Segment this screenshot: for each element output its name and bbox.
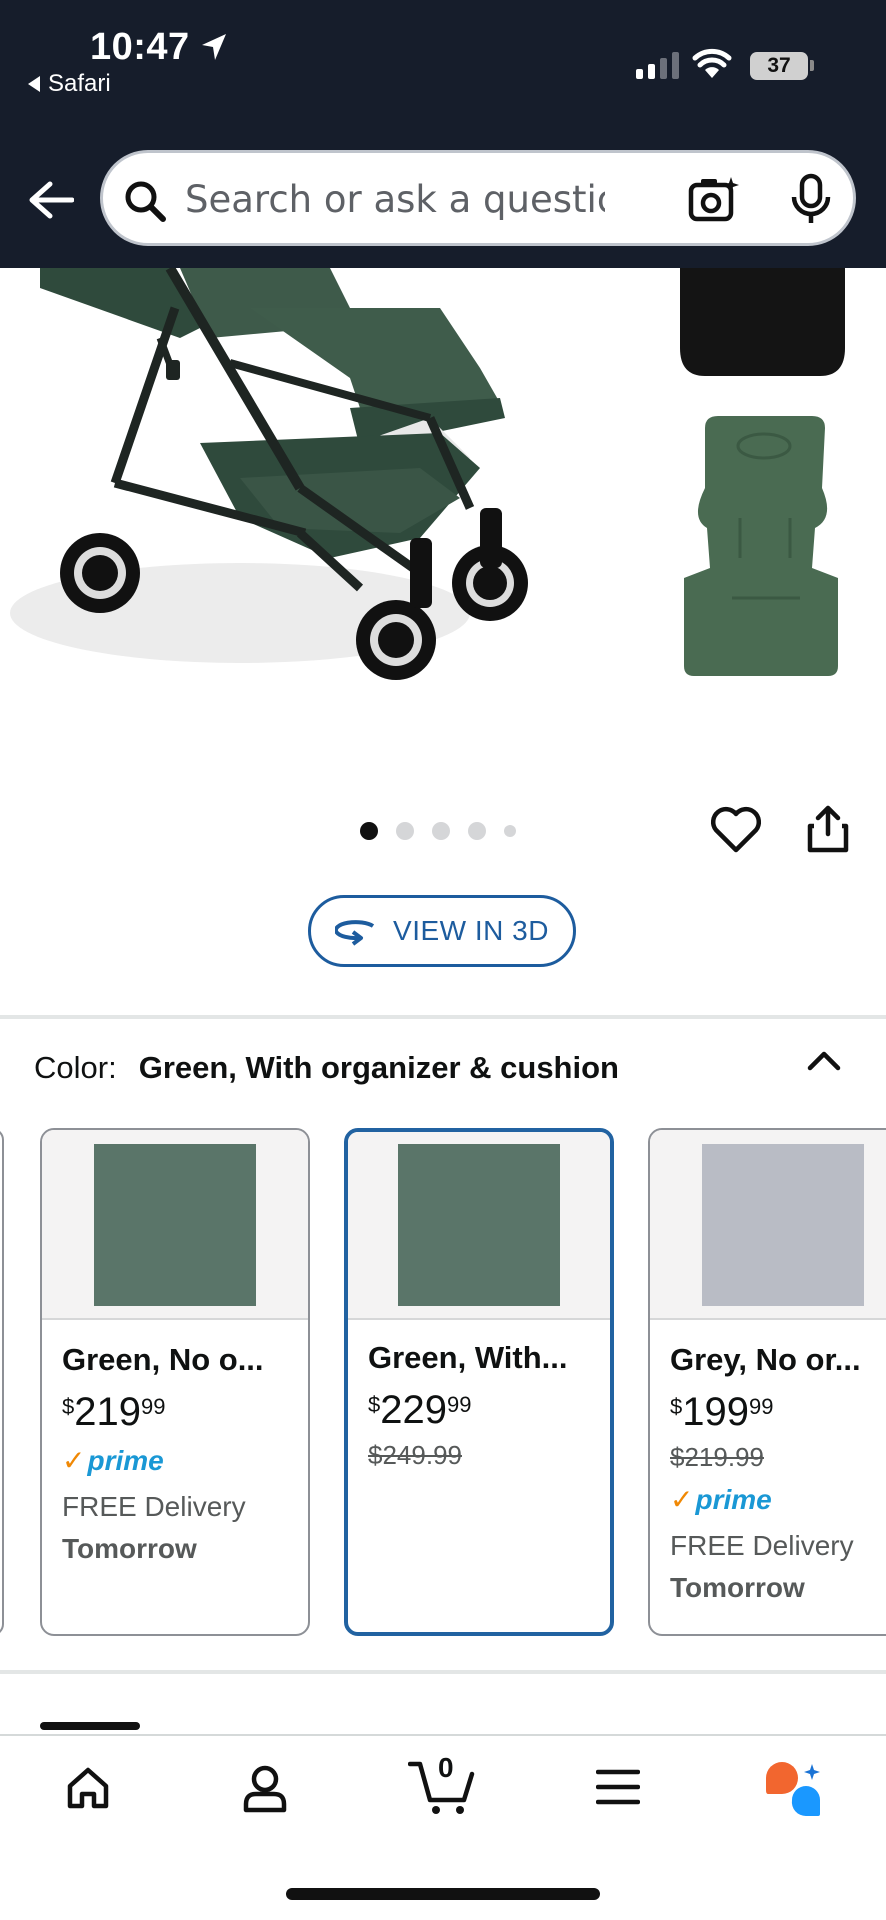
price-fraction: 99: [141, 1394, 166, 1419]
swatch-color-thumbnail: [398, 1144, 560, 1306]
swatch-name: Green, No o...: [62, 1342, 264, 1377]
section-divider: [0, 1670, 886, 1674]
price-fraction: 99: [447, 1392, 472, 1417]
rotate-3d-icon: [335, 920, 375, 946]
prime-check-icon: ✓: [670, 1484, 694, 1515]
cart-button[interactable]: 0: [408, 1752, 478, 1816]
delivery-day: Tomorrow: [62, 1533, 197, 1564]
price-whole: 199: [682, 1390, 749, 1434]
menu-icon[interactable]: [596, 1768, 640, 1806]
prime-label: prime: [695, 1483, 772, 1515]
swatch-thumbnail-area: [348, 1132, 610, 1320]
back-to-app[interactable]: Safari: [28, 70, 111, 98]
section-divider: [0, 1015, 886, 1019]
back-arrow-icon[interactable]: [28, 180, 74, 220]
swatch-color-thumbnail: [702, 1144, 864, 1306]
back-triangle-icon: [28, 76, 40, 92]
delivery-text: FREE Delivery: [670, 1530, 854, 1561]
color-swatch-grey-no-organizer[interactable]: Grey, No or... $ 199 99 $219.99 ✓ prime F…: [648, 1128, 886, 1636]
color-swatch-green-with-organizer[interactable]: Green, With... $ 229 99 $249.99: [344, 1128, 614, 1636]
status-time: 10:47: [90, 26, 190, 68]
list-price: $219.99: [670, 1442, 764, 1472]
page-dot[interactable]: [504, 825, 516, 837]
prime-label: prime: [87, 1444, 164, 1476]
scroll-peek-bar: [40, 1722, 140, 1730]
color-label: Color:: [34, 1050, 117, 1085]
page-dot[interactable]: [360, 822, 378, 840]
previous-swatch-edge[interactable]: [0, 1128, 4, 1636]
swatch-thumbnail-area: [650, 1130, 886, 1320]
price-symbol: $: [670, 1394, 683, 1419]
home-indicator: [286, 1888, 600, 1900]
swatch-price: $ 229 99: [368, 1388, 590, 1432]
price-symbol: $: [368, 1392, 381, 1417]
price-symbol: $: [62, 1394, 75, 1419]
mic-icon[interactable]: [789, 173, 833, 227]
view-in-3d-button[interactable]: VIEW IN 3D: [308, 895, 576, 967]
back-app-label: Safari: [48, 70, 111, 97]
search-bar[interactable]: [100, 150, 856, 246]
swatch-price: $ 199 99: [670, 1390, 886, 1434]
list-price: $249.99: [368, 1440, 462, 1470]
price-whole: 229: [380, 1388, 447, 1432]
prime-badge: ✓ prime: [62, 1444, 288, 1477]
product-image-gallery[interactable]: [0, 268, 886, 768]
price-whole: 219: [74, 1390, 141, 1434]
gallery-page-indicator[interactable]: [360, 822, 516, 840]
prime-check-icon: ✓: [62, 1445, 86, 1476]
prime-badge: ✓ prime: [670, 1483, 886, 1516]
delivery-day: Tomorrow: [670, 1572, 805, 1603]
home-icon[interactable]: [64, 1764, 112, 1812]
swatch-color-thumbnail: [94, 1144, 256, 1306]
location-arrow-icon: [202, 34, 226, 60]
account-icon[interactable]: [242, 1764, 288, 1814]
battery-icon: 37: [750, 52, 808, 80]
view-in-3d-label: VIEW IN 3D: [393, 915, 549, 946]
stroller-image: [10, 268, 845, 680]
search-icon: [125, 181, 166, 222]
search-input[interactable]: [185, 173, 605, 225]
swatch-name: Grey, No or...: [670, 1342, 861, 1377]
selected-color-value: Green, With organizer & cushion: [138, 1050, 619, 1085]
delivery-text: FREE Delivery: [62, 1491, 246, 1522]
swatch-name: Green, With...: [368, 1340, 568, 1375]
color-swatch-green-no-organizer[interactable]: Green, No o... $ 219 99 ✓ prime FREE Deli…: [40, 1128, 310, 1636]
chevron-up-icon[interactable]: [806, 1048, 842, 1074]
top-header: 10:47 Safari 37: [0, 0, 886, 268]
page-dot[interactable]: [432, 822, 450, 840]
signal-icon: [636, 52, 679, 79]
page-dot[interactable]: [396, 822, 414, 840]
cart-count: 0: [438, 1752, 454, 1783]
battery-tip: [810, 60, 814, 71]
rufus-icon[interactable]: [762, 1760, 824, 1818]
page-dot[interactable]: [468, 822, 486, 840]
price-fraction: 99: [749, 1394, 774, 1419]
color-selector-header[interactable]: Color: Green, With organizer & cushion: [34, 1050, 619, 1086]
swatch-price: $ 219 99: [62, 1390, 288, 1434]
wifi-icon: [692, 48, 732, 78]
heart-icon[interactable]: [710, 806, 762, 854]
swatch-thumbnail-area: [42, 1130, 308, 1320]
share-icon[interactable]: [806, 804, 850, 854]
camera-icon[interactable]: [687, 173, 741, 227]
